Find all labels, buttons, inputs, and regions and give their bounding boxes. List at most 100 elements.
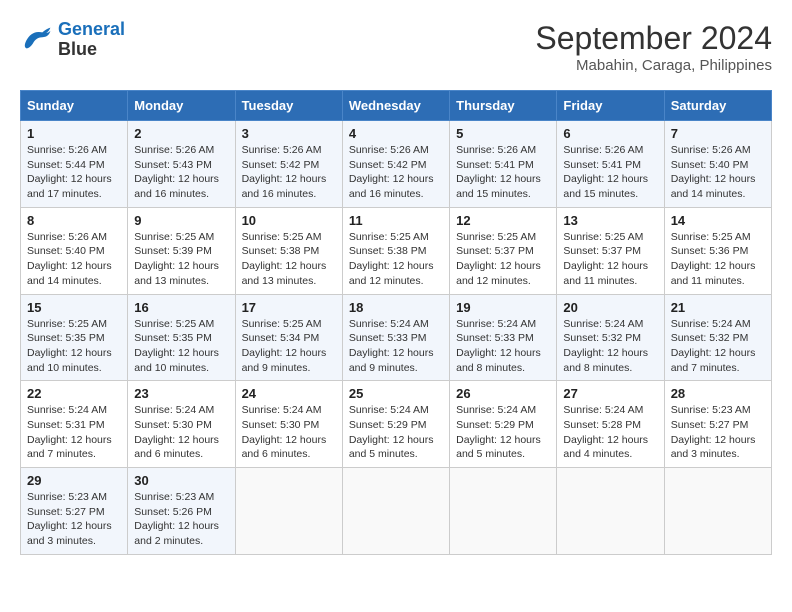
day-info: Sunrise: 5:25 AMSunset: 5:38 PMDaylight:… [242, 231, 327, 287]
day-info: Sunrise: 5:25 AMSunset: 5:37 PMDaylight:… [563, 231, 648, 287]
day-info: Sunrise: 5:26 AMSunset: 5:40 PMDaylight:… [27, 231, 112, 287]
col-tuesday: Tuesday [235, 91, 342, 121]
day-cell: 7 Sunrise: 5:26 AMSunset: 5:40 PMDayligh… [664, 121, 771, 208]
day-number: 12 [456, 213, 550, 228]
day-number: 3 [242, 126, 336, 141]
day-info: Sunrise: 5:24 AMSunset: 5:29 PMDaylight:… [349, 404, 434, 460]
logo-text: General Blue [58, 20, 125, 60]
day-info: Sunrise: 5:26 AMSunset: 5:42 PMDaylight:… [349, 144, 434, 200]
day-number: 4 [349, 126, 443, 141]
day-cell: 28 Sunrise: 5:23 AMSunset: 5:27 PMDaylig… [664, 381, 771, 468]
empty-cell [235, 468, 342, 555]
day-cell: 25 Sunrise: 5:24 AMSunset: 5:29 PMDaylig… [342, 381, 449, 468]
day-number: 24 [242, 386, 336, 401]
day-number: 1 [27, 126, 121, 141]
day-number: 2 [134, 126, 228, 141]
col-thursday: Thursday [450, 91, 557, 121]
empty-cell [664, 468, 771, 555]
day-cell: 22 Sunrise: 5:24 AMSunset: 5:31 PMDaylig… [21, 381, 128, 468]
day-info: Sunrise: 5:26 AMSunset: 5:41 PMDaylight:… [456, 144, 541, 200]
day-cell: 19 Sunrise: 5:24 AMSunset: 5:33 PMDaylig… [450, 294, 557, 381]
day-number: 20 [563, 300, 657, 315]
day-number: 17 [242, 300, 336, 315]
table-row: 1 Sunrise: 5:26 AMSunset: 5:44 PMDayligh… [21, 121, 772, 208]
day-number: 6 [563, 126, 657, 141]
day-cell: 13 Sunrise: 5:25 AMSunset: 5:37 PMDaylig… [557, 207, 664, 294]
day-cell: 2 Sunrise: 5:26 AMSunset: 5:43 PMDayligh… [128, 121, 235, 208]
table-row: 22 Sunrise: 5:24 AMSunset: 5:31 PMDaylig… [21, 381, 772, 468]
day-number: 26 [456, 386, 550, 401]
day-info: Sunrise: 5:25 AMSunset: 5:39 PMDaylight:… [134, 231, 219, 287]
day-info: Sunrise: 5:25 AMSunset: 5:35 PMDaylight:… [27, 318, 112, 374]
day-number: 19 [456, 300, 550, 315]
empty-cell [450, 468, 557, 555]
day-info: Sunrise: 5:26 AMSunset: 5:42 PMDaylight:… [242, 144, 327, 200]
day-info: Sunrise: 5:24 AMSunset: 5:29 PMDaylight:… [456, 404, 541, 460]
day-cell: 29 Sunrise: 5:23 AMSunset: 5:27 PMDaylig… [21, 468, 128, 555]
day-cell: 23 Sunrise: 5:24 AMSunset: 5:30 PMDaylig… [128, 381, 235, 468]
day-cell: 27 Sunrise: 5:24 AMSunset: 5:28 PMDaylig… [557, 381, 664, 468]
day-cell: 6 Sunrise: 5:26 AMSunset: 5:41 PMDayligh… [557, 121, 664, 208]
col-wednesday: Wednesday [342, 91, 449, 121]
day-number: 10 [242, 213, 336, 228]
day-info: Sunrise: 5:24 AMSunset: 5:33 PMDaylight:… [456, 318, 541, 374]
day-cell: 14 Sunrise: 5:25 AMSunset: 5:36 PMDaylig… [664, 207, 771, 294]
day-info: Sunrise: 5:23 AMSunset: 5:27 PMDaylight:… [671, 404, 756, 460]
day-info: Sunrise: 5:24 AMSunset: 5:33 PMDaylight:… [349, 318, 434, 374]
day-info: Sunrise: 5:25 AMSunset: 5:35 PMDaylight:… [134, 318, 219, 374]
day-info: Sunrise: 5:26 AMSunset: 5:41 PMDaylight:… [563, 144, 648, 200]
day-cell: 24 Sunrise: 5:24 AMSunset: 5:30 PMDaylig… [235, 381, 342, 468]
day-number: 25 [349, 386, 443, 401]
day-info: Sunrise: 5:24 AMSunset: 5:32 PMDaylight:… [563, 318, 648, 374]
col-sunday: Sunday [21, 91, 128, 121]
day-cell: 21 Sunrise: 5:24 AMSunset: 5:32 PMDaylig… [664, 294, 771, 381]
day-info: Sunrise: 5:24 AMSunset: 5:30 PMDaylight:… [242, 404, 327, 460]
day-number: 27 [563, 386, 657, 401]
empty-cell [557, 468, 664, 555]
day-info: Sunrise: 5:25 AMSunset: 5:37 PMDaylight:… [456, 231, 541, 287]
day-cell: 17 Sunrise: 5:25 AMSunset: 5:34 PMDaylig… [235, 294, 342, 381]
day-info: Sunrise: 5:24 AMSunset: 5:30 PMDaylight:… [134, 404, 219, 460]
day-cell: 18 Sunrise: 5:24 AMSunset: 5:33 PMDaylig… [342, 294, 449, 381]
table-row: 8 Sunrise: 5:26 AMSunset: 5:40 PMDayligh… [21, 207, 772, 294]
day-number: 23 [134, 386, 228, 401]
col-friday: Friday [557, 91, 664, 121]
day-number: 30 [134, 473, 228, 488]
month-title: September 2024 [535, 20, 772, 57]
day-cell: 10 Sunrise: 5:25 AMSunset: 5:38 PMDaylig… [235, 207, 342, 294]
title-block: September 2024 Mabahin, Caraga, Philippi… [535, 20, 772, 74]
day-cell: 15 Sunrise: 5:25 AMSunset: 5:35 PMDaylig… [21, 294, 128, 381]
col-saturday: Saturday [664, 91, 771, 121]
location: Mabahin, Caraga, Philippines [535, 57, 772, 74]
day-info: Sunrise: 5:26 AMSunset: 5:43 PMDaylight:… [134, 144, 219, 200]
day-number: 28 [671, 386, 765, 401]
day-number: 8 [27, 213, 121, 228]
day-info: Sunrise: 5:26 AMSunset: 5:40 PMDaylight:… [671, 144, 756, 200]
day-cell: 5 Sunrise: 5:26 AMSunset: 5:41 PMDayligh… [450, 121, 557, 208]
day-info: Sunrise: 5:23 AMSunset: 5:26 PMDaylight:… [134, 491, 219, 547]
day-cell: 8 Sunrise: 5:26 AMSunset: 5:40 PMDayligh… [21, 207, 128, 294]
day-number: 11 [349, 213, 443, 228]
day-number: 9 [134, 213, 228, 228]
day-number: 18 [349, 300, 443, 315]
day-cell: 30 Sunrise: 5:23 AMSunset: 5:26 PMDaylig… [128, 468, 235, 555]
day-cell: 20 Sunrise: 5:24 AMSunset: 5:32 PMDaylig… [557, 294, 664, 381]
day-number: 13 [563, 213, 657, 228]
day-number: 15 [27, 300, 121, 315]
table-row: 15 Sunrise: 5:25 AMSunset: 5:35 PMDaylig… [21, 294, 772, 381]
day-number: 21 [671, 300, 765, 315]
logo-icon [20, 26, 52, 54]
day-cell: 4 Sunrise: 5:26 AMSunset: 5:42 PMDayligh… [342, 121, 449, 208]
day-cell: 16 Sunrise: 5:25 AMSunset: 5:35 PMDaylig… [128, 294, 235, 381]
day-number: 7 [671, 126, 765, 141]
day-cell: 1 Sunrise: 5:26 AMSunset: 5:44 PMDayligh… [21, 121, 128, 208]
day-cell: 3 Sunrise: 5:26 AMSunset: 5:42 PMDayligh… [235, 121, 342, 208]
day-info: Sunrise: 5:24 AMSunset: 5:31 PMDaylight:… [27, 404, 112, 460]
empty-cell [342, 468, 449, 555]
header-row: Sunday Monday Tuesday Wednesday Thursday… [21, 91, 772, 121]
day-cell: 9 Sunrise: 5:25 AMSunset: 5:39 PMDayligh… [128, 207, 235, 294]
day-info: Sunrise: 5:25 AMSunset: 5:36 PMDaylight:… [671, 231, 756, 287]
day-info: Sunrise: 5:24 AMSunset: 5:28 PMDaylight:… [563, 404, 648, 460]
day-info: Sunrise: 5:23 AMSunset: 5:27 PMDaylight:… [27, 491, 112, 547]
logo: General Blue [20, 20, 125, 60]
